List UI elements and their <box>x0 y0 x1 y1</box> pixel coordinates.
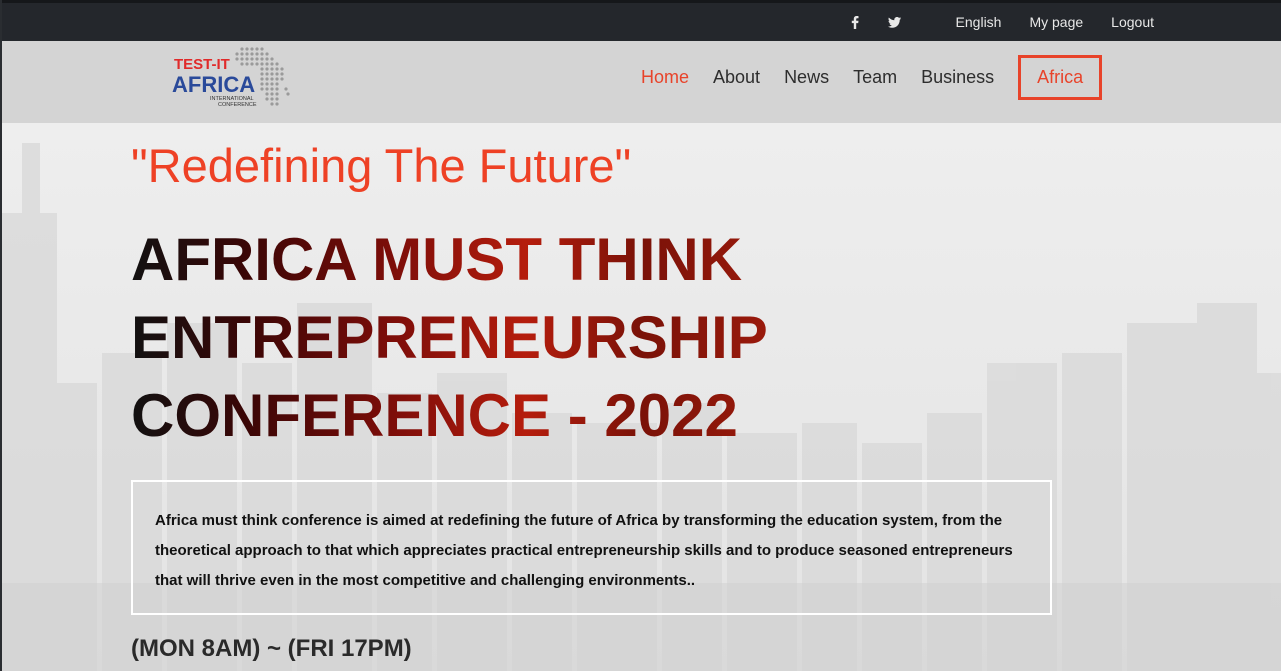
headline-line-2: ENTREPRENEURSHIP <box>131 299 768 377</box>
hero-headline: AFRICA MUST THINK ENTREPRENEURSHIP CONFE… <box>131 221 768 455</box>
description-text: Africa must think conference is aimed at… <box>155 512 1013 589</box>
svg-text:AFRICA: AFRICA <box>172 72 255 97</box>
schedule-text: (MON 8AM) ~ (FRI 17PM) <box>131 635 412 662</box>
svg-text:TEST-IT: TEST-IT <box>174 56 230 73</box>
svg-text:CONFERENCE: CONFERENCE <box>218 102 257 108</box>
nav-business[interactable]: Business <box>921 67 994 88</box>
hero-section: "Redefining The Future" AFRICA MUST THIN… <box>2 123 1281 671</box>
my-page-link[interactable]: My page <box>1029 14 1083 30</box>
nav-home[interactable]: Home <box>641 67 689 88</box>
headline-line-3: CONFERENCE - 2022 <box>131 377 768 455</box>
facebook-icon[interactable] <box>848 15 862 29</box>
top-bar: English My page Logout <box>2 0 1281 41</box>
logout-link[interactable]: Logout <box>1111 14 1154 30</box>
site-header: TEST-IT AFRICA INTERNATIONAL CONFERENCE … <box>2 41 1281 123</box>
site-logo[interactable]: TEST-IT AFRICA INTERNATIONAL CONFERENCE <box>170 43 295 109</box>
headline-line-1: AFRICA MUST THINK <box>131 221 768 299</box>
hero-tagline: "Redefining The Future" <box>131 139 632 192</box>
top-links: English My page Logout <box>848 3 1154 41</box>
language-link[interactable]: English <box>956 14 1002 30</box>
nav-about[interactable]: About <box>713 67 760 88</box>
twitter-icon[interactable] <box>888 15 902 29</box>
description-box: Africa must think conference is aimed at… <box>131 480 1052 615</box>
nav-news[interactable]: News <box>784 67 829 88</box>
nav-team[interactable]: Team <box>853 67 897 88</box>
main-nav: Home About News Team Business Africa <box>641 54 1103 100</box>
nav-africa[interactable]: Africa <box>1018 54 1103 100</box>
